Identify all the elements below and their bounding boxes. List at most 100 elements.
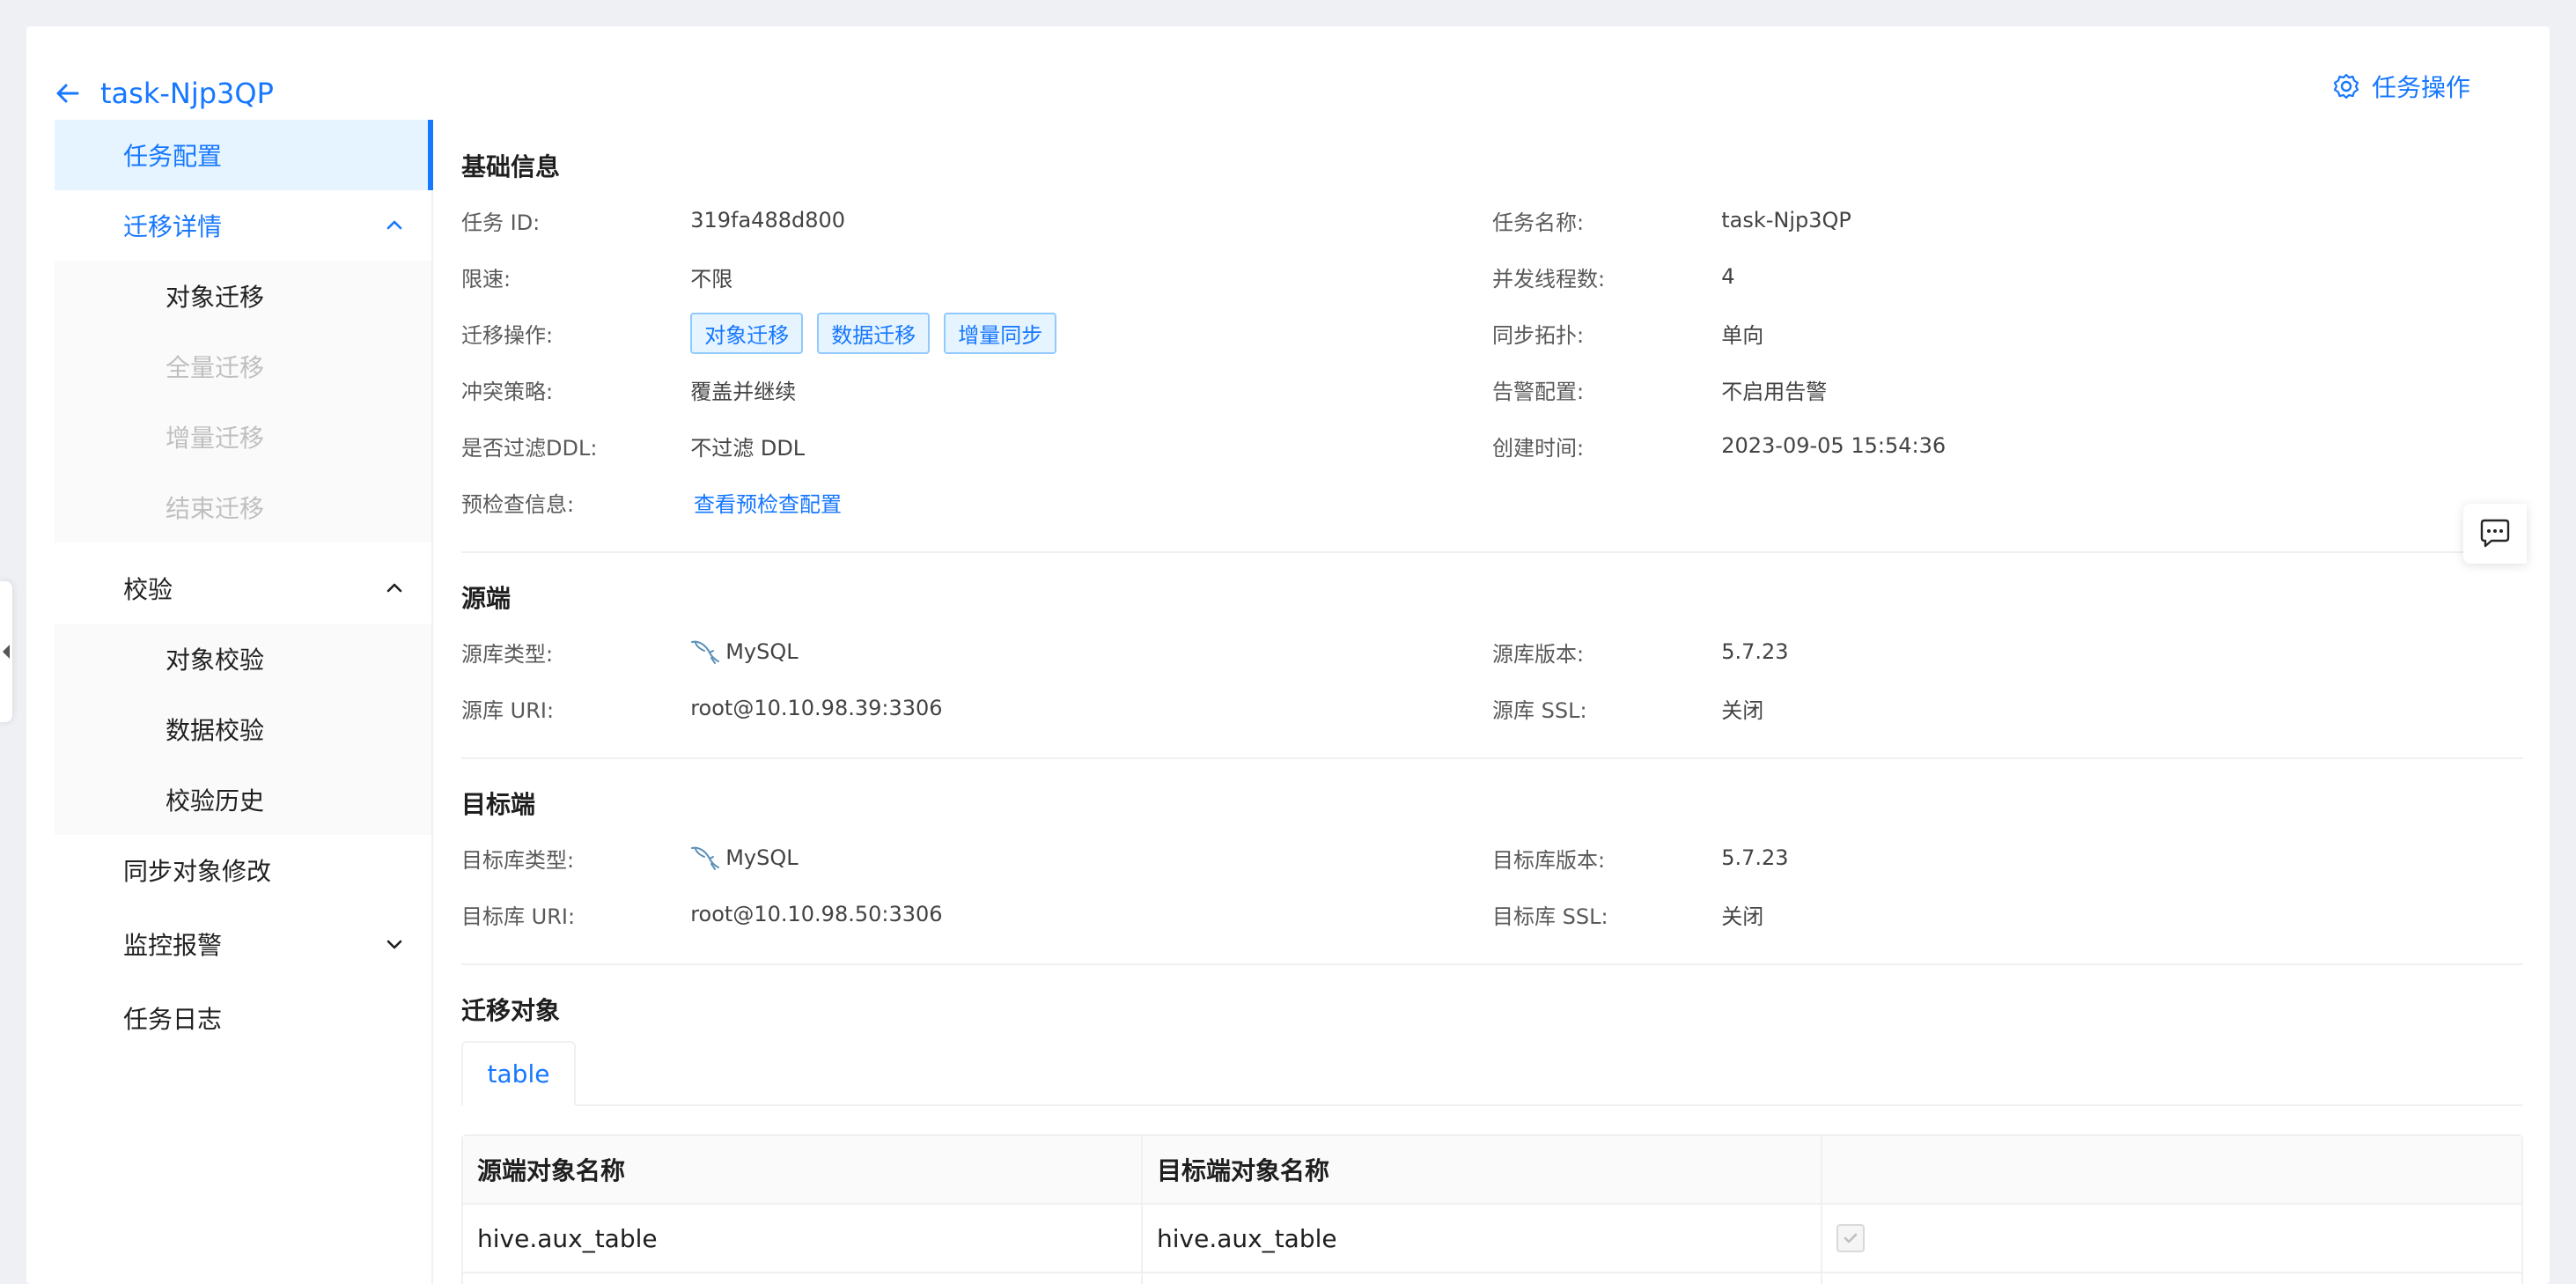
precheck-value: 查看预检查配置 — [694, 487, 1507, 518]
target-uri-label: 目标库 URI: — [461, 904, 576, 929]
sidebar-item-data-check[interactable]: 数据校验 — [55, 694, 431, 764]
target-type-text: MySQL — [725, 845, 799, 870]
chat-float-button[interactable] — [2463, 504, 2527, 564]
source-uri-value: root@10.10.98.39:3306 — [690, 696, 943, 720]
source-ssl-value: 关闭 — [1721, 697, 1764, 723]
precheck-config-link[interactable]: 查看预检查配置 — [694, 487, 842, 518]
target-uri-value: root@10.10.98.50:3306 — [690, 902, 943, 926]
row-select-cell — [1822, 1205, 2521, 1272]
sidebar-collapse-handle[interactable] — [0, 581, 12, 722]
info-row: 冲突策略: 覆盖并继续 告警配置: 不启用告警 — [461, 361, 2523, 417]
row-checkbox[interactable] — [1836, 1224, 1865, 1252]
info-row: 是否过滤DDL: 不过滤 DDL 创建时间: 2023-09-05 15:54:… — [461, 417, 2523, 474]
divider — [461, 551, 2523, 553]
created-value: 2023-09-05 15:54:36 — [1721, 433, 1947, 458]
sidebar: 任务配置 迁移详情 对象迁移 全量迁移 增量迁移 结束迁移 校验 对象校验 数据… — [55, 120, 433, 1284]
sidebar-item-incremental-migration: 增量迁移 — [166, 424, 265, 453]
task-name-label: 任务名称: — [1492, 210, 1585, 235]
sidebar-item-check-history[interactable]: 校验历史 — [55, 764, 431, 835]
task-name-value: task-Njp3QP — [1721, 208, 1851, 232]
info-row: 源库 URI: root@10.10.98.39:3306 源库 SSL: 关闭 — [461, 680, 2523, 736]
source-uri-label: 源库 URI: — [461, 697, 555, 723]
task-operations-label: 任务操作 — [2371, 73, 2470, 102]
sidebar-item-label: 任务日志 — [123, 1005, 223, 1034]
sidebar-item-label: 任务配置 — [123, 142, 223, 171]
page-card: task-Njp3QP 任务操作 任务配置 迁移详情 对象迁移 全量迁移 增量迁… — [26, 26, 2550, 1284]
divider — [461, 757, 2523, 759]
section-title-source: 源端 — [461, 584, 512, 613]
target-version-value: 5.7.23 — [1721, 845, 1789, 870]
section-title-objects: 迁移对象 — [461, 996, 561, 1025]
gear-icon — [2333, 73, 2359, 100]
source-object-name: hive.aux_table — [463, 1205, 1143, 1272]
target-version-label: 目标库版本: — [1492, 847, 1606, 873]
sidebar-item-check[interactable]: 校验 — [55, 553, 431, 624]
alarm-value: 不启用告警 — [1721, 379, 1828, 404]
source-ssl-label: 源库 SSL: — [1492, 697, 1587, 723]
task-title[interactable]: task-Njp3QP — [100, 77, 274, 110]
sidebar-item-task-log[interactable]: 任务日志 — [55, 983, 431, 1053]
sidebar-item-monitoring[interactable]: 监控报警 — [55, 909, 431, 979]
main-content: 基础信息 任务 ID: 319fa488d800 任务名称: task-Njp3… — [461, 150, 2523, 1284]
source-object-name-partial — [463, 1273, 1143, 1284]
source-type-text: MySQL — [725, 639, 799, 664]
sidebar-item-sync-object-modify[interactable]: 同步对象修改 — [55, 835, 431, 905]
task-operations-button[interactable]: 任务操作 — [2333, 69, 2470, 104]
info-row: 目标库类型: MySQL 目标库版本: 5.7.23 — [461, 830, 2523, 886]
source-version-value: 5.7.23 — [1721, 639, 1789, 664]
sidebar-item-object-check[interactable]: 对象校验 — [55, 624, 431, 694]
ddl-label: 是否过滤DDL: — [461, 435, 598, 461]
target-type-label: 目标库类型: — [461, 847, 575, 873]
chevron-up-icon — [386, 583, 402, 593]
mysql-dolphin-icon — [691, 846, 720, 870]
chevron-up-icon — [386, 220, 402, 230]
section-title-target: 目标端 — [461, 790, 536, 819]
op-tag-incremental-sync: 增量同步 — [944, 312, 1057, 354]
target-type-value: MySQL — [690, 845, 1492, 871]
sidebar-item-object-migration[interactable]: 对象迁移 — [55, 261, 431, 331]
task-id-value: 319fa488d800 — [690, 208, 846, 232]
topology-label: 同步拓扑: — [1492, 322, 1585, 348]
check-submenu: 对象校验 数据校验 校验历史 — [55, 624, 431, 835]
ddl-value: 不过滤 DDL — [690, 435, 806, 461]
source-type-value: MySQL — [690, 638, 1492, 665]
basic-info-grid: 任务 ID: 319fa488d800 任务名称: task-Njp3QP 限速… — [461, 192, 2523, 530]
check-icon — [1844, 1233, 1858, 1243]
info-row: 目标库 URI: root@10.10.98.50:3306 目标库 SSL: … — [461, 886, 2523, 942]
sidebar-item-migration-details[interactable]: 迁移详情 — [55, 190, 431, 261]
info-row: 限速: 不限 并发线程数: 4 — [461, 248, 2523, 305]
sidebar-item-label: 校验 — [123, 575, 173, 604]
chevron-down-icon — [386, 940, 402, 949]
conflict-label: 冲突策略: — [461, 379, 554, 404]
threads-label: 并发线程数: — [1492, 266, 1606, 291]
sidebar-item-label: 同步对象修改 — [123, 857, 272, 886]
divider — [461, 963, 2523, 965]
row-select-cell — [1822, 1273, 2521, 1284]
sidebar-item-end-migration: 结束迁移 — [166, 494, 265, 523]
object-tabs: table — [461, 1041, 2523, 1106]
created-label: 创建时间: — [1492, 435, 1585, 461]
column-header-target: 目标端对象名称 — [1143, 1136, 1822, 1203]
speed-label: 限速: — [461, 266, 512, 291]
column-header-select — [1822, 1136, 2521, 1203]
info-row: 预检查信息: 查看预检查配置 — [461, 474, 2523, 530]
tab-table[interactable]: table — [461, 1041, 576, 1106]
target-object-name-partial — [1143, 1273, 1822, 1284]
sidebar-item-full-migration: 全量迁移 — [166, 353, 265, 382]
conflict-value: 覆盖并继续 — [690, 379, 797, 404]
sidebar-item-task-config[interactable]: 任务配置 — [55, 120, 433, 190]
back-arrow-icon[interactable] — [53, 78, 83, 108]
page-header: task-Njp3QP — [53, 67, 274, 120]
threads-value: 4 — [1721, 264, 1735, 289]
task-id-label: 任务 ID: — [461, 210, 541, 235]
table-row — [463, 1273, 2521, 1284]
target-info-grid: 目标库类型: MySQL 目标库版本: 5.7.23 目标库 URI: root… — [461, 830, 2523, 942]
op-tag-data-migration: 数据迁移 — [817, 312, 931, 354]
target-object-name: hive.aux_table — [1143, 1205, 1822, 1272]
ops-label: 迁移操作: — [461, 322, 554, 348]
info-row: 任务 ID: 319fa488d800 任务名称: task-Njp3QP — [461, 192, 2523, 248]
table-row: hive.aux_table hive.aux_table — [463, 1205, 2521, 1273]
target-ssl-value: 关闭 — [1721, 904, 1764, 929]
sidebar-item-label: 迁移详情 — [123, 212, 223, 241]
info-row: 迁移操作: 对象迁移 数据迁移 增量同步 同步拓扑: 单向 — [461, 305, 2523, 361]
